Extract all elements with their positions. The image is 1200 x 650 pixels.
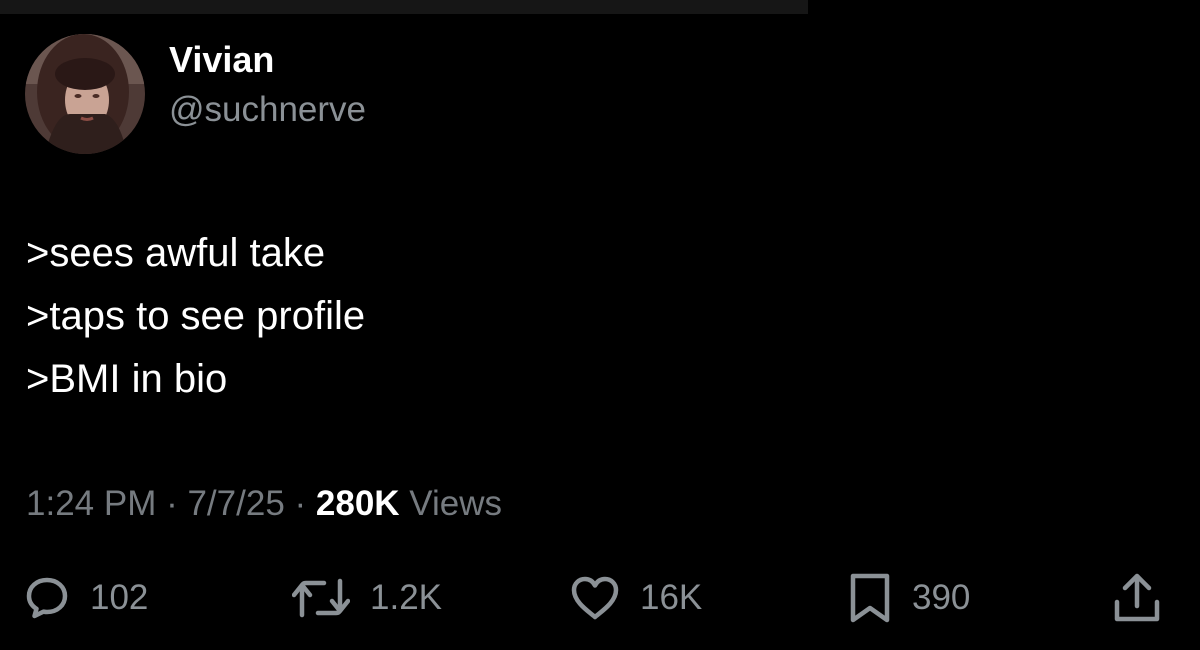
tweet-metadata: 1:24 PM · 7/7/25 · 280K Views: [26, 482, 502, 526]
avatar[interactable]: [25, 34, 145, 154]
tweet-text: >sees awful take >taps to see profile >B…: [26, 222, 365, 411]
tweet-actions: 102 1.2K 16K 390: [0, 570, 1200, 630]
tweet-time[interactable]: 1:24 PM: [26, 484, 156, 523]
username-handle[interactable]: @suchnerve: [169, 88, 366, 132]
meta-separator: ·: [156, 484, 188, 523]
tweet-line: >taps to see profile: [26, 294, 366, 338]
share-button[interactable]: [1112, 570, 1162, 626]
top-bar: [0, 0, 808, 14]
reply-count: 102: [90, 578, 149, 617]
tweet-author[interactable]: Vivian @suchnerve: [25, 34, 366, 154]
speech-bubble-icon: [24, 575, 70, 621]
reply-button[interactable]: 102: [24, 570, 148, 626]
heart-icon: [570, 575, 620, 621]
tweet-date[interactable]: 7/7/25: [187, 484, 284, 523]
views-count[interactable]: 280K: [316, 484, 400, 523]
author-names: Vivian @suchnerve: [169, 38, 366, 132]
display-name[interactable]: Vivian: [169, 38, 366, 82]
repost-arrows-icon: [292, 575, 350, 621]
repost-count: 1.2K: [370, 578, 442, 617]
bookmark-icon: [848, 572, 892, 624]
bookmark-button[interactable]: 390: [848, 570, 970, 626]
repost-button[interactable]: 1.2K: [292, 570, 442, 626]
views-label: Views: [399, 484, 503, 523]
meta-separator: ·: [284, 484, 316, 523]
bookmark-count: 390: [912, 578, 971, 617]
tweet-line: >BMI in bio: [26, 357, 228, 401]
like-button[interactable]: 16K: [570, 570, 702, 626]
like-count: 16K: [640, 578, 703, 617]
tweet-line: >sees awful take: [26, 231, 326, 275]
share-upload-icon: [1112, 572, 1162, 624]
